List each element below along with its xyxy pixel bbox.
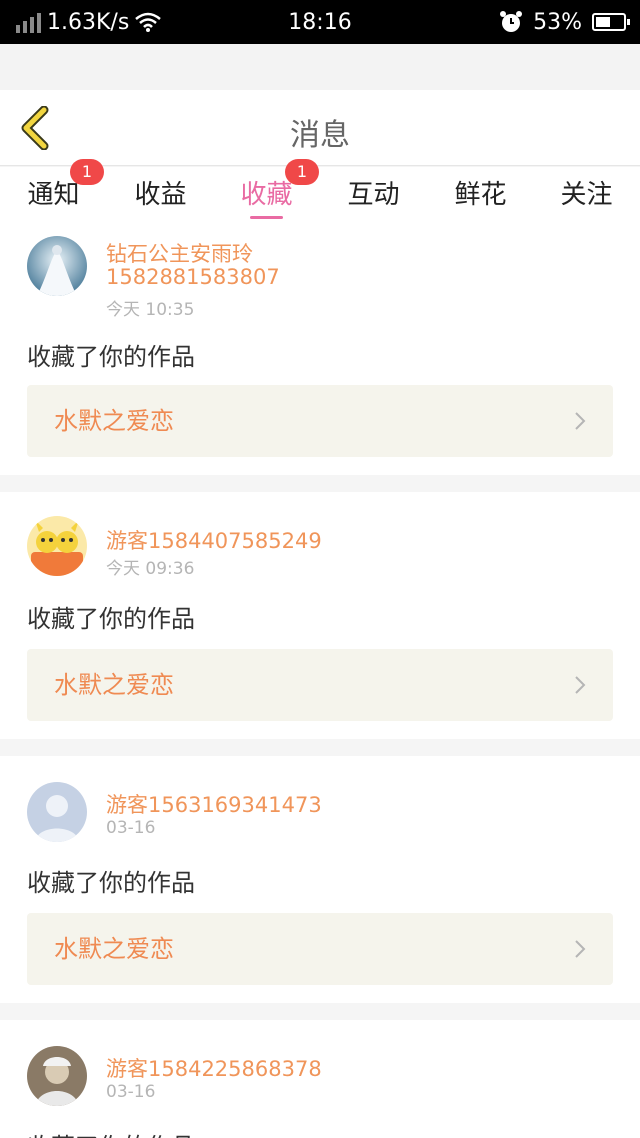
user-name: 钻石公主安雨玲 xyxy=(106,242,253,266)
tab-label: 收益 xyxy=(134,180,187,210)
status-bar: 1.63K/s 18:16 53% xyxy=(0,0,640,44)
tab-bar: 通知 1 收益 收藏 1 互动 鲜花 关注 xyxy=(0,159,640,225)
action-text: 收藏了你的作品 xyxy=(27,869,195,897)
message-time: 03-16 xyxy=(106,1082,156,1102)
tab-earnings[interactable]: 收益 xyxy=(107,167,214,225)
battery-percent: 53% xyxy=(533,9,582,35)
message-card: 游客1584407585249 今天 09:36 收藏了你的作品 水默之爱恋 xyxy=(0,492,640,739)
header-spacer xyxy=(0,44,640,90)
message-card: 钻石公主安雨玲 1582881583807 今天 10:35 收藏了你的作品 水… xyxy=(0,225,640,475)
tab-label: 收藏 xyxy=(240,180,293,210)
message-time: 今天 10:35 xyxy=(106,300,195,320)
chevron-right-icon xyxy=(575,940,586,958)
message-card: 游客1584225868378 03-16 收藏了你的作品 xyxy=(0,1020,640,1138)
action-text: 收藏了你的作品 xyxy=(27,343,195,371)
work-link[interactable]: 水默之爱恋 xyxy=(27,649,613,721)
tab-label: 互动 xyxy=(347,180,400,210)
tab-interactions[interactable]: 互动 xyxy=(320,167,427,225)
tab-notifications[interactable]: 通知 1 xyxy=(0,159,107,225)
user-name: 游客1563169341473 xyxy=(106,793,322,817)
message-time: 今天 09:36 xyxy=(106,559,195,579)
favorites-badge: 1 xyxy=(285,159,319,185)
action-text: 收藏了你的作品 xyxy=(27,605,195,633)
status-right: 53% xyxy=(499,0,630,44)
battery-icon xyxy=(592,13,630,31)
work-link[interactable]: 水默之爱恋 xyxy=(27,913,613,985)
tab-label: 通知 xyxy=(27,180,80,210)
avatar[interactable] xyxy=(27,1046,87,1106)
user-id: 1582881583807 xyxy=(106,265,280,289)
page-title: 消息 xyxy=(290,118,350,153)
action-text: 收藏了你的作品 xyxy=(27,1127,195,1138)
tab-favorites[interactable]: 收藏 1 xyxy=(213,159,320,225)
avatar[interactable] xyxy=(27,782,87,842)
work-title: 水默之爱恋 xyxy=(54,407,174,435)
tab-flowers[interactable]: 鲜花 xyxy=(427,167,534,225)
message-time: 03-16 xyxy=(106,818,156,838)
avatar[interactable] xyxy=(27,236,87,296)
notification-badge: 1 xyxy=(70,159,104,185)
work-title: 水默之爱恋 xyxy=(54,935,174,963)
work-link[interactable]: 水默之爱恋 xyxy=(27,385,613,457)
work-title: 水默之爱恋 xyxy=(54,671,174,699)
avatar[interactable] xyxy=(27,516,87,576)
user-name: 游客1584225868378 xyxy=(106,1057,322,1081)
tab-label: 关注 xyxy=(560,180,613,210)
chevron-right-icon xyxy=(575,676,586,694)
chevron-right-icon xyxy=(575,412,586,430)
message-card: 游客1563169341473 03-16 收藏了你的作品 水默之爱恋 xyxy=(0,756,640,1003)
alarm-icon xyxy=(500,11,523,32)
tab-label: 鲜花 xyxy=(454,180,507,210)
nav-header: 消息 xyxy=(0,90,640,166)
tab-following[interactable]: 关注 xyxy=(533,167,640,225)
user-name: 游客1584407585249 xyxy=(106,529,322,553)
